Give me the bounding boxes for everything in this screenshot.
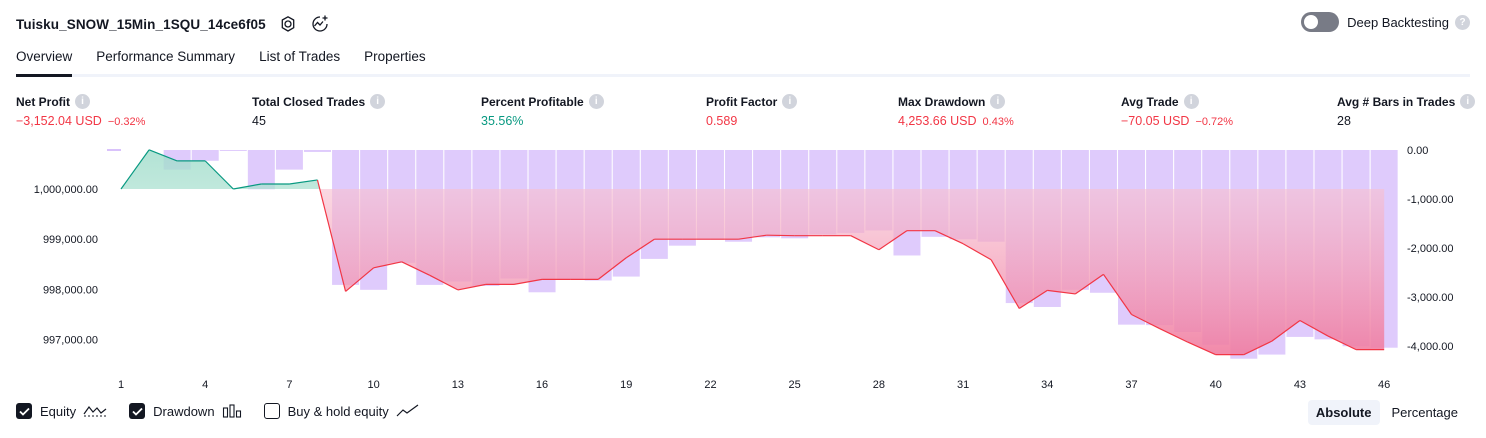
info-icon[interactable]: i — [990, 94, 1006, 109]
equity-line-segment — [766, 234, 795, 237]
x-axis-tick: 25 — [789, 379, 801, 391]
right-axis-tick: -1,000.00 — [1407, 194, 1453, 206]
left-axis-tick: 1,000,000.00 — [34, 184, 98, 196]
drawdown-bar — [275, 150, 303, 170]
checkbox-checked-icon[interactable] — [129, 403, 146, 419]
strategy-header: Tuisku_SNOW_15Min_1SQU_14ce6f05 — [16, 10, 330, 38]
tab-performance-summary[interactable]: Performance Summary — [96, 46, 235, 74]
left-axis: 1,000,000.00 999,000.00 998,000.00 997,000.… — [34, 184, 98, 347]
stat-net-profit: Net Profit i −3,152.04 USD −0.32% — [16, 94, 145, 128]
stat-value: 28 — [1337, 114, 1351, 128]
x-axis-tick: 1 — [118, 379, 124, 391]
stat-percent: −0.72% — [1195, 116, 1234, 128]
right-axis-tick: 0.00 — [1407, 145, 1428, 157]
tab-list-of-trades[interactable]: List of Trades — [259, 46, 340, 74]
stat-value: 0.589 — [706, 114, 738, 128]
stat-percent: −0.32% — [107, 116, 146, 128]
x-axis-tick: 43 — [1294, 379, 1306, 391]
stat-percent-profitable: Percent Profitable i 35.56% — [481, 94, 604, 128]
tab-properties[interactable]: Properties — [364, 46, 426, 74]
strategy-title: Tuisku_SNOW_15Min_1SQU_14ce6f05 — [16, 16, 266, 32]
equity-line-icon — [83, 404, 107, 418]
stat-label: Net Profit — [16, 94, 70, 109]
drawdown-bar-edge — [107, 149, 121, 151]
x-axis-tick: 10 — [368, 379, 380, 391]
absolute-button[interactable]: Absolute — [1307, 400, 1380, 425]
info-icon[interactable]: i — [75, 94, 90, 109]
info-icon[interactable]: i — [588, 94, 604, 109]
stat-label: Avg Trade — [1121, 94, 1179, 109]
info-icon[interactable]: i — [782, 94, 798, 109]
stat-value: 45 — [252, 114, 266, 128]
drawdown-bar — [191, 150, 219, 161]
deep-backtesting: Deep Backtesting ? — [1301, 12, 1470, 32]
x-axis-tick: 46 — [1378, 379, 1390, 391]
right-axis: 0.00 -1,000.00 -2,000.00 -3,000.00 -4,000.00 — [1407, 145, 1453, 353]
deep-backtesting-label: Deep Backtesting — [1347, 14, 1449, 30]
deep-backtesting-toggle[interactable] — [1301, 12, 1340, 32]
stat-label: Avg # Bars in Trades — [1337, 94, 1456, 109]
stat-percent: 0.43% — [982, 116, 1014, 128]
info-icon[interactable]: i — [1460, 94, 1476, 109]
stat-label: Percent Profitable — [481, 94, 584, 109]
settings-icon[interactable] — [278, 14, 298, 34]
stat-label: Total Closed Trades — [252, 94, 366, 109]
drawdown-toggle[interactable]: Drawdown — [129, 403, 241, 419]
tab-bar: Overview Performance Summary List of Tra… — [16, 46, 1470, 77]
buy-hold-toggle[interactable]: Buy & hold equity — [263, 403, 420, 419]
equity-label: Equity — [40, 403, 77, 419]
equity-toggle[interactable]: Equity — [16, 403, 107, 419]
left-axis-tick: 998,000.00 — [43, 284, 98, 296]
stat-value: 35.56% — [481, 114, 524, 128]
right-axis-tick: -4,000.00 — [1407, 341, 1453, 353]
drawdown-bar — [219, 150, 247, 151]
x-axis-tick: 16 — [536, 379, 548, 391]
stat-profit-factor: Profit Factor i 0.589 — [706, 94, 798, 128]
left-axis-tick: 999,000.00 — [43, 234, 98, 246]
info-icon[interactable]: i — [1183, 94, 1199, 109]
right-axis-tick: -2,000.00 — [1407, 243, 1453, 255]
left-axis-tick: 997,000.00 — [43, 335, 98, 347]
drawdown-label: Drawdown — [153, 403, 215, 419]
buy-hold-label: Buy & hold equity — [287, 403, 389, 419]
right-axis-tick: -3,000.00 — [1407, 292, 1453, 304]
equity-chart[interactable]: 1,000,000.00 999,000.00 998,000.00 997,000.… — [0, 140, 1486, 398]
info-icon[interactable]: i — [370, 94, 386, 109]
trend-line-icon — [396, 404, 420, 418]
stat-max-drawdown: Max Drawdown i 4,253.66 USD 0.43% — [898, 94, 1014, 128]
x-axis-tick: 40 — [1210, 379, 1222, 391]
x-axis-tick: 28 — [873, 379, 885, 391]
chart-legend: Equity Drawdown Buy & hold equity — [16, 403, 442, 419]
help-icon[interactable]: ? — [1455, 14, 1470, 30]
stat-value: −70.05 USD — [1121, 114, 1190, 128]
stat-value: −3,152.04 USD — [16, 114, 102, 128]
tab-overview[interactable]: Overview — [16, 46, 73, 77]
stat-total-closed-trades: Total Closed Trades i 45 — [252, 94, 386, 128]
scale-mode-switch: Absolute Percentage — [1304, 400, 1466, 425]
drawdown-bar — [303, 150, 331, 152]
x-axis-tick: 34 — [1041, 379, 1053, 391]
percentage-button[interactable]: Percentage — [1384, 400, 1467, 425]
x-axis-tick: 31 — [957, 379, 969, 391]
x-axis-tick: 13 — [452, 379, 464, 391]
x-axis-tick: 22 — [704, 379, 716, 391]
stat-value: 4,253.66 USD — [898, 114, 977, 128]
add-to-chart-icon[interactable] — [310, 14, 330, 34]
checkbox-checked-icon[interactable] — [16, 403, 32, 419]
checkbox-unchecked-icon[interactable] — [263, 403, 280, 419]
x-axis-tick: 19 — [620, 379, 632, 391]
x-axis-tick: 37 — [1125, 379, 1137, 391]
stat-label: Max Drawdown — [898, 94, 986, 109]
x-axis-tick: 4 — [202, 379, 208, 391]
stat-avg-bars: Avg # Bars in Trades i 28 — [1337, 94, 1476, 128]
bar-chart-icon — [222, 404, 242, 418]
drawdown-bar — [247, 150, 275, 190]
stat-avg-trade: Avg Trade i −70.05 USD −0.72% — [1121, 94, 1233, 128]
stat-label: Profit Factor — [706, 94, 778, 109]
x-axis: 1 4 7 10 13 16 19 22 25 28 31 34 37 40 43 46 — [118, 379, 1390, 391]
x-axis-tick: 7 — [286, 379, 292, 391]
